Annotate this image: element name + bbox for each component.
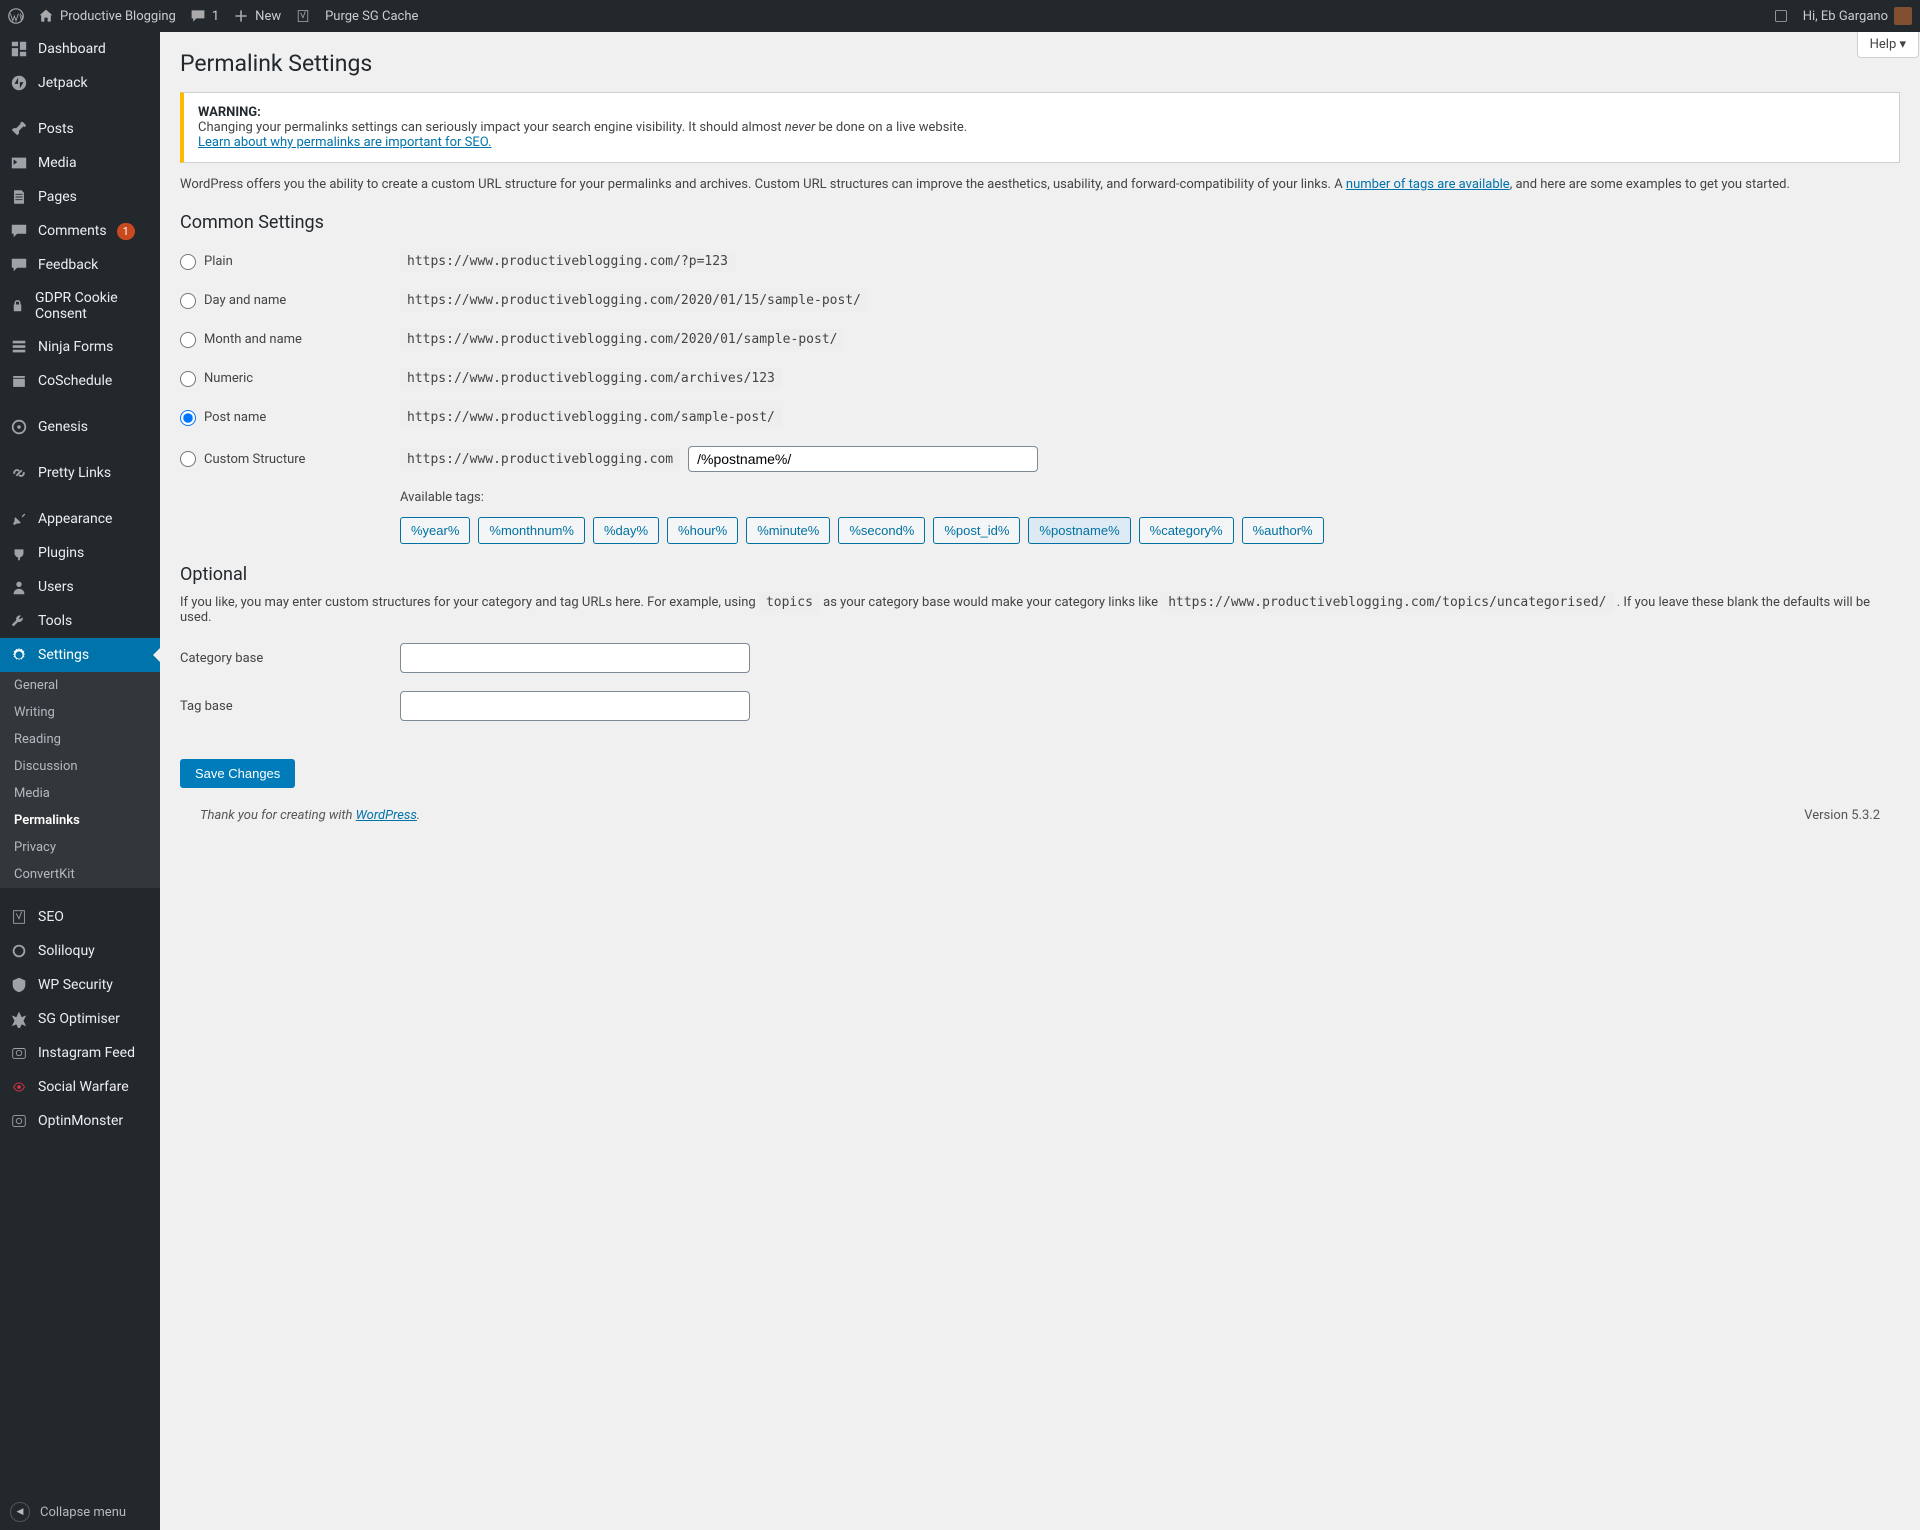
tag-day[interactable]: %day% [593,517,659,544]
warning-notice: WARNING: Changing your permalinks settin… [180,92,1900,163]
perm-example: https://www.productiveblogging.com/sampl… [400,407,782,428]
tag-base-input[interactable] [400,691,750,721]
sidebar-item-seo[interactable]: SEO [0,900,160,934]
category-base-label: Category base [180,651,400,666]
tag-second[interactable]: %second% [838,517,925,544]
sidebar-item-soliloquy[interactable]: Soliloquy [0,934,160,968]
sidebar-item-coschedule[interactable]: CoSchedule [0,364,160,398]
sub-media[interactable]: Media [0,780,160,807]
tag-author[interactable]: %author% [1242,517,1324,544]
tag-hour[interactable]: %hour% [667,517,738,544]
perm-option-numeric[interactable]: Numeric [180,371,400,387]
perm-example: https://www.productiveblogging.com/2020/… [400,290,868,311]
custom-structure-input[interactable] [688,446,1038,472]
sub-discussion[interactable]: Discussion [0,753,160,780]
available-tags-label: Available tags: [400,490,1900,505]
sidebar-item-wp-security[interactable]: WP Security [0,968,160,1002]
sidebar-item-plugins[interactable]: Plugins [0,536,160,570]
sidebar-item-social-warfare[interactable]: Social Warfare [0,1070,160,1104]
sidebar-item-dashboard[interactable]: Dashboard [0,32,160,66]
tag-minute[interactable]: %minute% [746,517,830,544]
sidebar-item-posts[interactable]: Posts [0,112,160,146]
sidebar-item-optinmonster[interactable]: OptinMonster [0,1104,160,1138]
sidebar-item-pages[interactable]: Pages [0,180,160,214]
common-heading: Common Settings [180,212,1900,233]
perm-option-month-and-name[interactable]: Month and name [180,332,400,348]
perm-option-day-and-name[interactable]: Day and name [180,293,400,309]
tag-year[interactable]: %year% [400,517,470,544]
wp-logo-icon[interactable] [8,8,24,24]
version-text: Version 5.3.2 [1804,808,1880,823]
sub-reading[interactable]: Reading [0,726,160,753]
bar-site[interactable]: Productive Blogging [38,8,176,24]
sidebar-item-comments[interactable]: Comments1 [0,214,160,248]
perm-example: https://www.productiveblogging.com/?p=12… [400,251,735,272]
sub-general[interactable]: General [0,672,160,699]
sidebar-item-media[interactable]: Media [0,146,160,180]
optional-heading: Optional [180,564,1900,585]
sub-convertkit[interactable]: ConvertKit [0,861,160,888]
tag-postname[interactable]: %postname% [1028,517,1130,544]
help-button[interactable]: Help ▾ [1857,32,1919,58]
sidebar-item-gdpr-cookie-consent[interactable]: GDPR Cookie Consent [0,282,160,330]
footer-wp-link[interactable]: WordPress [356,808,417,823]
category-base-input[interactable] [400,643,750,673]
tags-link[interactable]: number of tags are available [1346,177,1510,192]
perm-option-plain[interactable]: Plain [180,254,400,270]
avatar [1894,7,1912,25]
perm-option-post-name[interactable]: Post name [180,410,400,426]
tag-post_id[interactable]: %post_id% [933,517,1020,544]
warn-link[interactable]: Learn about why permalinks are important… [198,135,491,150]
intro-text: WordPress offers you the ability to crea… [180,177,1900,192]
sub-permalinks[interactable]: Permalinks [0,807,160,834]
perm-example: https://www.productiveblogging.com/archi… [400,368,782,389]
bar-new[interactable]: New [233,8,281,24]
sidebar-item-pretty-links[interactable]: Pretty Links [0,456,160,490]
sidebar-item-instagram-feed[interactable]: Instagram Feed [0,1036,160,1070]
sidebar-item-genesis[interactable]: Genesis [0,410,160,444]
sub-writing[interactable]: Writing [0,699,160,726]
sidebar-item-appearance[interactable]: Appearance [0,502,160,536]
tag-monthnum[interactable]: %monthnum% [478,517,585,544]
sidebar-item-jetpack[interactable]: Jetpack [0,66,160,100]
bar-purge[interactable]: Purge SG Cache [325,9,418,24]
perm-example: https://www.productiveblogging.com/2020/… [400,329,844,350]
bar-comments[interactable]: 1 [190,8,219,24]
save-button[interactable]: Save Changes [180,759,295,788]
sub-privacy[interactable]: Privacy [0,834,160,861]
sidebar-item-feedback[interactable]: Feedback [0,248,160,282]
perm-option-custom-structure[interactable]: Custom Structure [180,451,400,467]
sidebar-item-users[interactable]: Users [0,570,160,604]
optional-text: If you like, you may enter custom struct… [180,595,1900,625]
tag-category[interactable]: %category% [1139,517,1234,544]
sidebar-item-sg-optimiser[interactable]: SG Optimiser [0,1002,160,1036]
bar-notify-icon[interactable] [1773,8,1789,24]
bar-user[interactable]: Hi, Eb Gargano [1803,7,1912,25]
sidebar-item-tools[interactable]: Tools [0,604,160,638]
bar-yoast[interactable] [295,8,311,24]
tag-base-label: Tag base [180,699,400,714]
collapse-menu[interactable]: Collapse menu [0,1494,160,1530]
sidebar-item-settings[interactable]: Settings [0,638,160,672]
sidebar-item-ninja-forms[interactable]: Ninja Forms [0,330,160,364]
page-title: Permalink Settings [180,50,1900,77]
